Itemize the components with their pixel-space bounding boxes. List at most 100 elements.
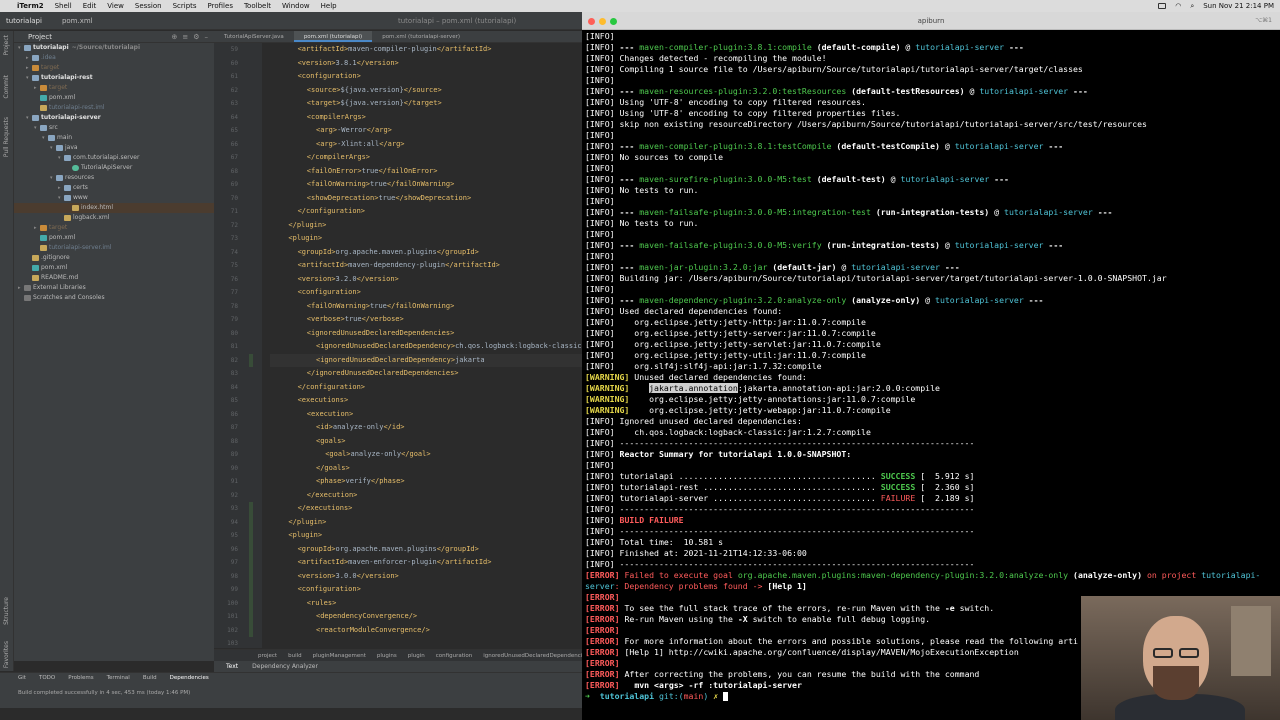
- breadcrumb-item[interactable]: pluginManagement: [313, 653, 366, 659]
- tree-item-label: com.tutorialapi.server: [73, 154, 140, 161]
- minimize-icon[interactable]: [599, 18, 606, 25]
- tree-item[interactable]: tutorialapi-server.iml: [14, 243, 214, 253]
- code-line: </plugin>: [288, 516, 326, 530]
- breadcrumb-item[interactable]: plugin: [408, 653, 425, 659]
- tree-item[interactable]: .gitignore: [14, 253, 214, 263]
- tree-item[interactable]: ▾ java: [14, 143, 214, 153]
- tree-item[interactable]: pom.xml: [14, 233, 214, 243]
- tree-item[interactable]: tutorialapi-rest.iml: [14, 103, 214, 113]
- menu-profiles[interactable]: Profiles: [208, 2, 233, 10]
- line-number: 82: [230, 356, 238, 364]
- code-line: <arg>-Werror</arg>: [316, 124, 392, 138]
- gear-icon[interactable]: ⚙: [193, 33, 199, 41]
- menu-edit[interactable]: Edit: [83, 2, 97, 10]
- terminal-text: [INFO]: [585, 163, 615, 173]
- breadcrumb-item[interactable]: configuration: [436, 653, 472, 659]
- close-icon[interactable]: [588, 18, 595, 25]
- xml-text: -Xlint:all: [337, 139, 380, 148]
- tool-window-todo[interactable]: TODO: [39, 675, 55, 681]
- breadcrumb-item[interactable]: ignoredUnusedDeclaredDependencies: [483, 653, 582, 659]
- xml-tag: </artifactId>: [445, 261, 500, 269]
- tree-item[interactable]: ▾ com.tutorialapi.server: [14, 153, 214, 163]
- editor-gutter: 59 60 61 62 63 64 65 66 67 68 69 70 71 72 73 74 75 76 77 78…: [214, 43, 262, 648]
- breadcrumb-item[interactable]: plugins: [377, 653, 397, 659]
- tree-item[interactable]: ▾ main: [14, 133, 214, 143]
- tool-window-dependencies[interactable]: Dependencies: [170, 675, 209, 681]
- tree-item[interactable]: index.html: [14, 203, 214, 213]
- tree-item[interactable]: ▸ .idea: [14, 53, 214, 63]
- hide-icon[interactable]: –: [205, 33, 209, 41]
- terminal-line: [INFO] No tests to run.: [585, 185, 698, 196]
- terminal-cursor[interactable]: [723, 692, 729, 701]
- tree-item[interactable]: ▸ target: [14, 83, 214, 93]
- wifi-icon[interactable]: ◠: [1175, 2, 1181, 10]
- tree-item[interactable]: ▾ tutorialapi ~/Source/tutorialapi: [14, 43, 214, 53]
- tree-item[interactable]: Scratches and Consoles: [14, 293, 214, 303]
- tree-item[interactable]: README.md: [14, 273, 214, 283]
- locate-icon[interactable]: ⊕: [171, 33, 177, 41]
- terminal-line: [INFO]: [585, 229, 615, 240]
- xml-text: 3.2.0: [335, 274, 357, 283]
- terminal-text: [INFO]: [585, 295, 620, 305]
- tree-item[interactable]: ▾ tutorialapi-server: [14, 113, 214, 123]
- terminal-text: [ 2.189 s]: [915, 493, 975, 503]
- xml-tag: <plugin>: [288, 234, 323, 242]
- tool-structure[interactable]: Structure: [3, 597, 10, 625]
- tree-item[interactable]: ▸ target: [14, 223, 214, 233]
- tree-item[interactable]: ▸ certs: [14, 183, 214, 193]
- ide-breadcrumb-project[interactable]: tutorialapi: [6, 17, 42, 25]
- menu-session[interactable]: Session: [135, 2, 162, 10]
- folder-o-icon: [32, 64, 39, 71]
- project-panel: Project ⊕ ≡ ⚙ – ▾ tutorialapi ~/Source/tut…: [14, 31, 214, 661]
- tree-item-label: Scratches and Consoles: [33, 294, 105, 301]
- tree-item[interactable]: pom.xml: [14, 93, 214, 103]
- menu-view[interactable]: View: [107, 2, 124, 10]
- terminal-text: Re-run Maven using the: [619, 614, 738, 624]
- terminal-text: tutorialapi-server: [851, 262, 940, 272]
- tree-item[interactable]: ▸ External Libraries: [14, 283, 214, 293]
- tool-window-git[interactable]: Git: [18, 675, 26, 681]
- tree-item[interactable]: ▾ resources: [14, 173, 214, 183]
- xml-tag: </goals>: [316, 463, 350, 472]
- tool-favorites[interactable]: Favorites: [3, 641, 10, 668]
- tree-item[interactable]: ▸ target: [14, 63, 214, 73]
- editor-tab[interactable]: pom.xml (tutorialapi): [293, 31, 373, 42]
- project-panel-title[interactable]: Project: [28, 33, 52, 41]
- menu-scripts[interactable]: Scripts: [173, 2, 197, 10]
- line-number: 99: [230, 586, 238, 593]
- lib-icon: [24, 294, 31, 301]
- menu-window[interactable]: Window: [282, 2, 310, 10]
- tree-item[interactable]: logback.xml: [14, 213, 214, 223]
- tree-item[interactable]: ▾ tutorialapi-rest: [14, 73, 214, 83]
- tool-project[interactable]: Project: [3, 35, 10, 56]
- tool-pull-requests[interactable]: Pull Requests: [3, 117, 10, 157]
- menu-toolbelt[interactable]: Toolbelt: [244, 2, 271, 10]
- collapse-icon[interactable]: ≡: [182, 33, 188, 41]
- terminal-text: ---: [619, 262, 640, 272]
- tree-item[interactable]: ▾ src: [14, 123, 214, 133]
- menu-help[interactable]: Help: [321, 2, 337, 10]
- tool-window-build[interactable]: Build: [143, 675, 157, 681]
- subtab-text[interactable]: Text: [226, 663, 238, 670]
- editor-tab[interactable]: pom.xml (tutorialapi-server): [372, 31, 470, 42]
- menu-shell[interactable]: Shell: [55, 2, 72, 10]
- battery-icon[interactable]: [1158, 3, 1167, 9]
- tool-window-problems[interactable]: Problems: [68, 675, 93, 681]
- breadcrumb-item[interactable]: project: [258, 653, 277, 659]
- tool-commit[interactable]: Commit: [3, 75, 10, 99]
- subtab-dependency-analyzer[interactable]: Dependency Analyzer: [252, 663, 318, 670]
- folder-icon: [32, 54, 39, 61]
- maximize-icon[interactable]: [610, 18, 617, 25]
- menubar-app-name[interactable]: iTerm2: [17, 2, 44, 10]
- editor-code[interactable]: <artifactId>maven-compiler-plugin</artif…: [270, 43, 582, 648]
- tool-window-terminal[interactable]: Terminal: [107, 675, 130, 681]
- tree-item[interactable]: TutorialApiServer: [14, 163, 214, 173]
- editor-tab[interactable]: TutorialApiServer.java: [214, 31, 294, 42]
- tree-item[interactable]: pom.xml: [14, 263, 214, 273]
- xml-text: maven-compiler-plugin: [348, 45, 437, 53]
- tree-item[interactable]: ▾ www: [14, 193, 214, 203]
- ide-breadcrumb-file[interactable]: pom.xml: [62, 17, 93, 25]
- search-icon[interactable]: ⌕: [1190, 2, 1194, 11]
- clock[interactable]: Sun Nov 21 2:14 PM: [1203, 2, 1274, 10]
- breadcrumb-item[interactable]: build: [288, 653, 302, 659]
